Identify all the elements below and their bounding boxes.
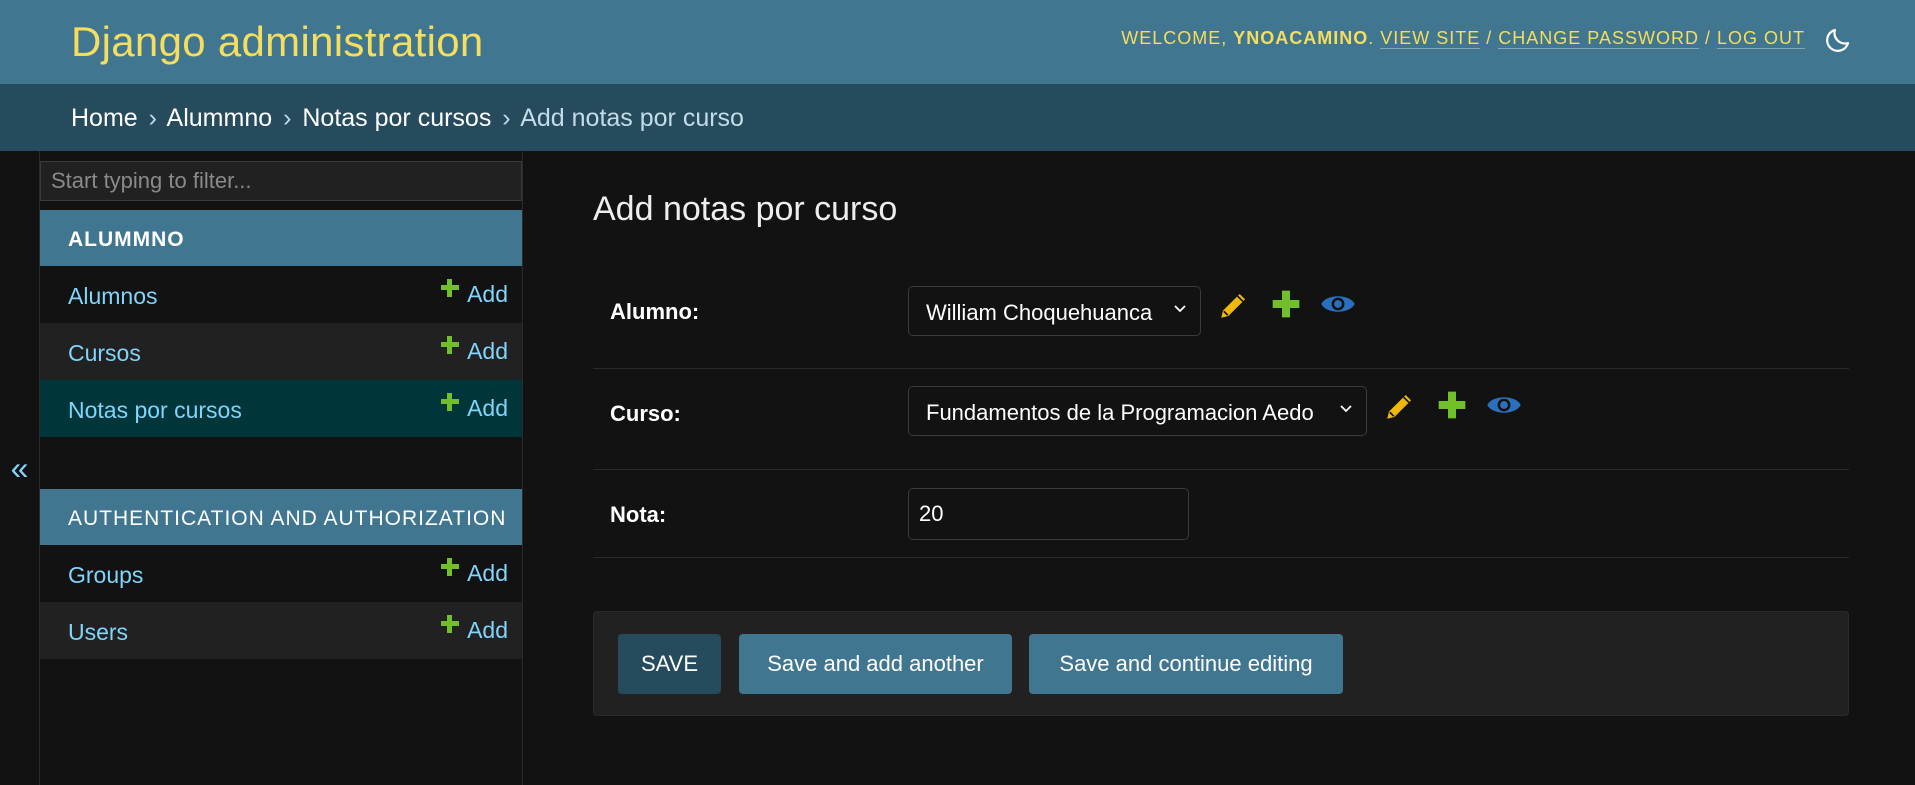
sidebar-item-cursos: Cursos Add xyxy=(40,323,522,380)
breadcrumb-separator: › xyxy=(502,104,511,132)
save-and-add-another-button[interactable]: Save and add another xyxy=(739,634,1012,694)
user-tools: Welcome, ynoacamino. View site / Change … xyxy=(1121,28,1805,49)
add-link-alumnos[interactable]: Add xyxy=(441,279,508,308)
site-name[interactable]: Django administration xyxy=(71,18,484,66)
sidebar-item-alumnos: Alumnos Add xyxy=(40,266,522,323)
theme-toggle-button[interactable] xyxy=(1823,25,1853,55)
model-link-users[interactable]: Users xyxy=(68,619,128,645)
submit-row: SAVE Save and add another Save and conti… xyxy=(593,611,1849,716)
form-row-curso: Curso: Fundamentos de la Programacion Ae… xyxy=(593,368,1849,470)
sidebar-item-groups: Groups Add xyxy=(40,545,522,602)
change-password-link[interactable]: Change password xyxy=(1498,28,1699,49)
plus-icon xyxy=(441,615,460,633)
breadcrumb-home[interactable]: Home xyxy=(71,104,138,132)
sidebar-toggle-button[interactable]: « xyxy=(0,151,40,785)
pencil-icon[interactable] xyxy=(1383,389,1417,423)
add-label: Add xyxy=(467,338,508,364)
curso-select[interactable]: Fundamentos de la Programacion Aedo xyxy=(908,386,1367,436)
sidebar-filter-input[interactable] xyxy=(40,161,522,201)
breadcrumb-current: Add notas por curso xyxy=(520,104,744,132)
add-label: Add xyxy=(467,395,508,421)
alumno-select[interactable]: William Choquehuanca xyxy=(908,286,1201,336)
page-title: Add notas por curso xyxy=(593,190,898,228)
breadcrumb-model[interactable]: Notas por cursos xyxy=(302,104,491,132)
add-link-groups[interactable]: Add xyxy=(441,558,508,587)
separator: / xyxy=(1698,28,1717,48)
add-link-notas-por-cursos[interactable]: Add xyxy=(441,393,508,422)
add-label: Add xyxy=(467,281,508,307)
eye-icon[interactable] xyxy=(1320,289,1356,319)
plus-icon xyxy=(441,558,460,576)
save-button[interactable]: SAVE xyxy=(618,634,721,694)
plus-icon xyxy=(441,279,460,297)
model-link-alumnos[interactable]: Alumnos xyxy=(68,283,157,309)
app-caption-auth[interactable]: AUTHENTICATION AND AUTHORIZATION xyxy=(40,489,522,545)
sidebar-item-users: Users Add xyxy=(40,602,522,659)
alumno-select-value: William Choquehuanca xyxy=(926,300,1153,325)
plus-icon[interactable] xyxy=(1436,389,1468,421)
model-link-groups[interactable]: Groups xyxy=(68,562,143,588)
sidebar-item-notas-por-cursos: Notas por cursos Add xyxy=(40,380,522,437)
plus-icon xyxy=(441,393,460,411)
add-label: Add xyxy=(467,560,508,586)
alumno-label: Alumno: xyxy=(610,299,700,324)
period: . xyxy=(1368,28,1381,48)
welcome-text: Welcome, xyxy=(1121,28,1234,48)
moon-icon xyxy=(1826,28,1850,52)
app-caption-alummno[interactable]: ALUMMNO xyxy=(40,210,522,266)
form-row-alumno: Alumno: William Choquehuanca xyxy=(593,268,1849,369)
form-row-nota: Nota: xyxy=(593,469,1849,558)
curso-select-value: Fundamentos de la Programacion Aedo xyxy=(926,400,1314,425)
breadcrumb: Home › Alummno › Notas por cursos › Add … xyxy=(0,84,1915,151)
model-link-cursos[interactable]: Cursos xyxy=(68,340,141,366)
breadcrumb-separator: › xyxy=(148,104,157,132)
pencil-icon[interactable] xyxy=(1217,288,1251,322)
model-link-notas-por-cursos[interactable]: Notas por cursos xyxy=(68,397,242,423)
nota-label: Nota: xyxy=(610,502,667,527)
breadcrumb-app[interactable]: Alummno xyxy=(167,104,273,132)
separator: / xyxy=(1480,28,1499,48)
sidebar: ALUMMNO Alumnos Add Cursos Add Notas por… xyxy=(40,151,523,785)
plus-icon[interactable] xyxy=(1270,288,1302,320)
nota-input[interactable] xyxy=(908,488,1189,540)
chevron-down-icon xyxy=(1340,405,1352,413)
username: ynoacamino xyxy=(1233,28,1369,48)
eye-icon[interactable] xyxy=(1486,390,1522,420)
breadcrumb-separator: › xyxy=(283,104,292,132)
view-site-link[interactable]: View site xyxy=(1380,28,1481,49)
save-and-continue-editing-button[interactable]: Save and continue editing xyxy=(1029,634,1343,694)
plus-icon xyxy=(441,336,460,354)
add-link-users[interactable]: Add xyxy=(441,615,508,644)
chevron-down-icon xyxy=(1174,305,1186,313)
add-label: Add xyxy=(467,617,508,643)
header: Django administration Welcome, ynoacamin… xyxy=(0,0,1915,84)
curso-label: Curso: xyxy=(610,401,681,426)
log-out-link[interactable]: Log out xyxy=(1716,28,1805,49)
add-link-cursos[interactable]: Add xyxy=(441,336,508,365)
